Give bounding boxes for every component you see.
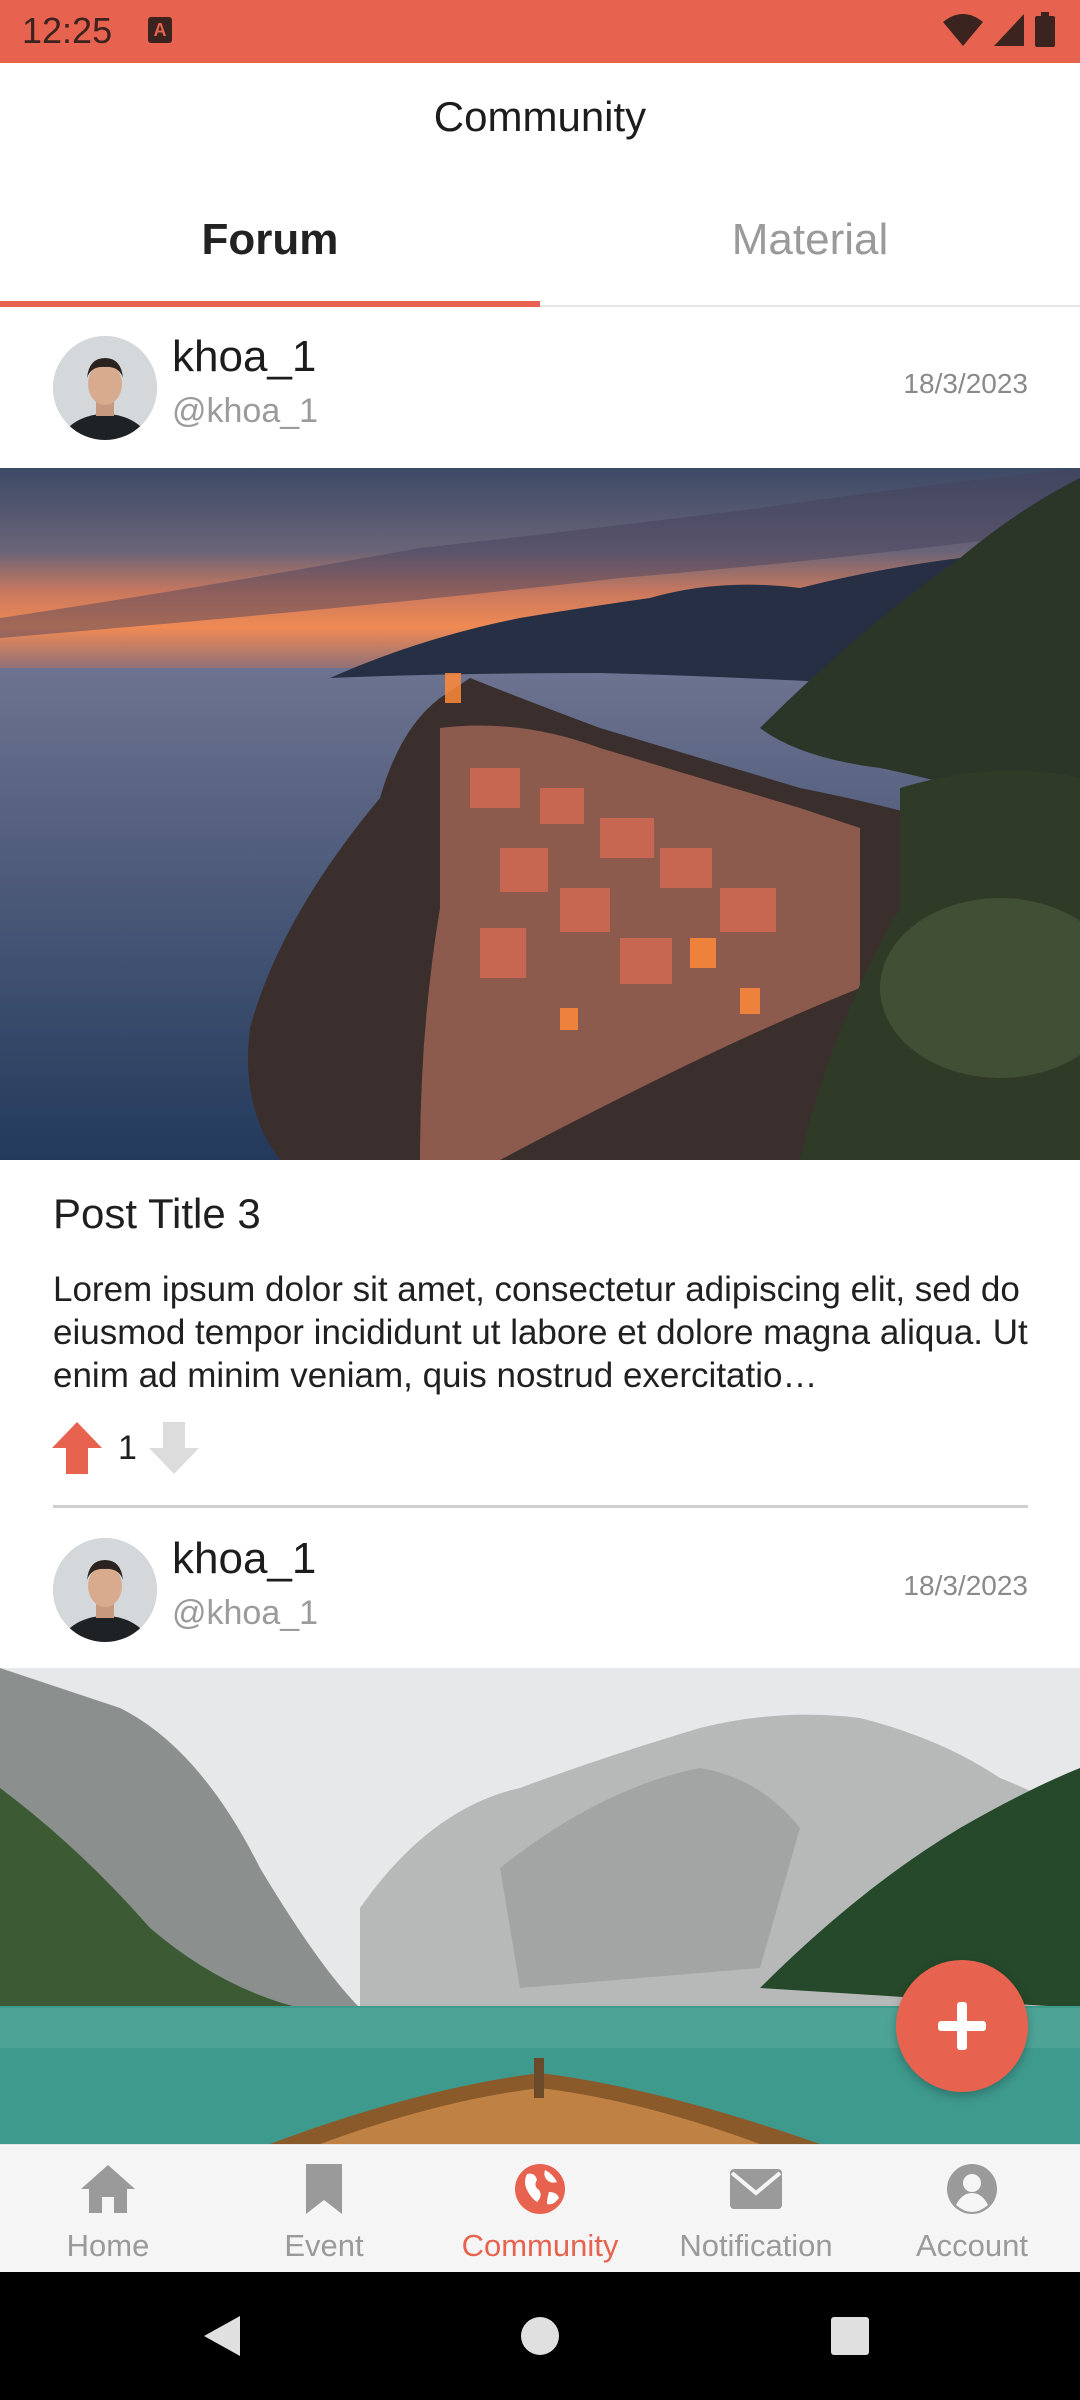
nav-notification[interactable]: Notification — [648, 2145, 864, 2273]
nav-community[interactable]: Community — [432, 2145, 648, 2273]
signal-icon — [994, 14, 1024, 46]
battery-icon — [1035, 12, 1055, 47]
nav-home[interactable]: Home — [0, 2145, 216, 2273]
post-username[interactable]: khoa_1 — [172, 332, 316, 382]
status-icons — [942, 12, 1056, 48]
a-icon: A — [148, 17, 172, 43]
upvote-icon[interactable] — [50, 1420, 104, 1476]
post-header[interactable]: khoa_1 @khoa_1 18/3/2023 — [0, 310, 1080, 470]
post-body[interactable]: Lorem ipsum dolor sit amet, consectetur … — [53, 1268, 1033, 1397]
wifi-icon — [943, 14, 983, 46]
tab-material[interactable]: Material — [540, 185, 1080, 305]
status-time: 12:25 — [22, 10, 113, 51]
nav-event-label: Event — [284, 2228, 364, 2263]
page-title: Community — [433, 93, 647, 140]
avatar[interactable] — [53, 336, 157, 440]
bottom-nav: Home Event Community Notification Accoun… — [0, 2144, 1080, 2272]
downvote-icon[interactable] — [147, 1420, 201, 1476]
tab-bar: Forum Material — [0, 185, 1080, 307]
post-handle: @khoa_1 — [172, 1594, 319, 1632]
post-divider — [53, 1505, 1028, 1508]
add-post-button[interactable] — [896, 1960, 1028, 2092]
home-nav-icon[interactable] — [520, 2316, 560, 2356]
post-image[interactable] — [0, 468, 1080, 1160]
plus-icon — [938, 2002, 986, 2050]
system-nav-bar — [0, 2272, 1080, 2400]
bookmark-icon — [294, 2159, 354, 2219]
avatar[interactable] — [53, 1538, 157, 1642]
tab-indicator — [0, 301, 540, 307]
post-handle: @khoa_1 — [172, 392, 319, 430]
nav-home-label: Home — [66, 2228, 150, 2263]
mail-icon — [726, 2159, 786, 2219]
home-icon — [78, 2159, 138, 2219]
nav-community-label: Community — [461, 2228, 619, 2263]
post-title[interactable]: Post Title 3 — [53, 1190, 261, 1238]
post-username[interactable]: khoa_1 — [172, 1534, 316, 1584]
nav-event[interactable]: Event — [216, 2145, 432, 2273]
status-bar: 12:25 A — [0, 0, 1080, 63]
recents-icon[interactable] — [830, 2316, 870, 2356]
account-icon — [942, 2159, 1002, 2219]
nav-account[interactable]: Account — [864, 2145, 1080, 2273]
post-date: 18/3/2023 — [903, 1570, 1028, 1601]
post-date: 18/3/2023 — [903, 368, 1028, 399]
nav-account-label: Account — [915, 2228, 1028, 2263]
vote-count: 1 — [118, 1428, 137, 1467]
nav-notification-label: Notification — [679, 2228, 833, 2263]
tab-forum[interactable]: Forum — [0, 185, 540, 305]
vote-bar: 1 — [50, 1418, 201, 1478]
back-icon[interactable] — [200, 2314, 244, 2358]
globe-icon — [510, 2159, 570, 2219]
post-header[interactable]: khoa_1 @khoa_1 18/3/2023 — [0, 1512, 1080, 1672]
